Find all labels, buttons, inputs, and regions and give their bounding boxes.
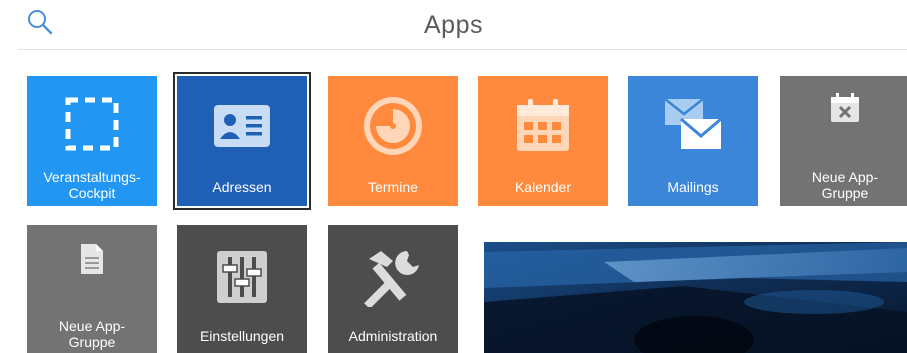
clock-dial-icon <box>364 97 422 155</box>
tile-label: Neue App- Gruppe <box>58 318 126 350</box>
tools-icon <box>364 251 419 307</box>
tile-label: Einstellungen <box>199 328 285 344</box>
tile-termine[interactable]: Termine <box>328 76 458 206</box>
tile-einstellungen[interactable]: Einstellungen <box>177 225 307 353</box>
tile-veranstaltungs-cockpit[interactable]: Veranstaltungs- Cockpit <box>27 76 157 206</box>
tile-administration[interactable]: Administration <box>328 225 458 353</box>
dashed-square-icon <box>65 97 119 151</box>
tile-label: Administration <box>348 328 438 344</box>
contact-card-icon <box>214 105 270 147</box>
tile-label: Veranstaltungs- Cockpit <box>43 169 141 201</box>
tile-label: Adressen <box>212 179 272 195</box>
calendar-delete-icon <box>831 93 859 122</box>
document-icon <box>81 244 103 274</box>
envelopes-icon <box>664 98 722 149</box>
tile-label: Kalender <box>514 179 572 195</box>
tile-neue-app-gruppe-1[interactable]: Neue App- Gruppe <box>780 76 907 206</box>
tile-label: Neue App- Gruppe <box>811 169 879 201</box>
tile-neue-app-gruppe-2[interactable]: Neue App- Gruppe <box>27 225 157 353</box>
tile-label: Mailings <box>667 179 719 195</box>
page-title: Apps <box>424 11 483 39</box>
sliders-icon <box>217 251 267 303</box>
tile-kalender[interactable]: Kalender <box>478 76 608 206</box>
tile-label: Termine <box>368 179 418 195</box>
header-divider <box>18 49 907 50</box>
calendar-icon <box>517 99 569 151</box>
header: Apps <box>0 0 907 50</box>
tile-adressen[interactable]: Adressen <box>173 72 311 210</box>
blue-photo-banner <box>484 242 907 353</box>
banner-image <box>484 242 907 353</box>
tile-mailings[interactable]: Mailings <box>628 76 758 206</box>
